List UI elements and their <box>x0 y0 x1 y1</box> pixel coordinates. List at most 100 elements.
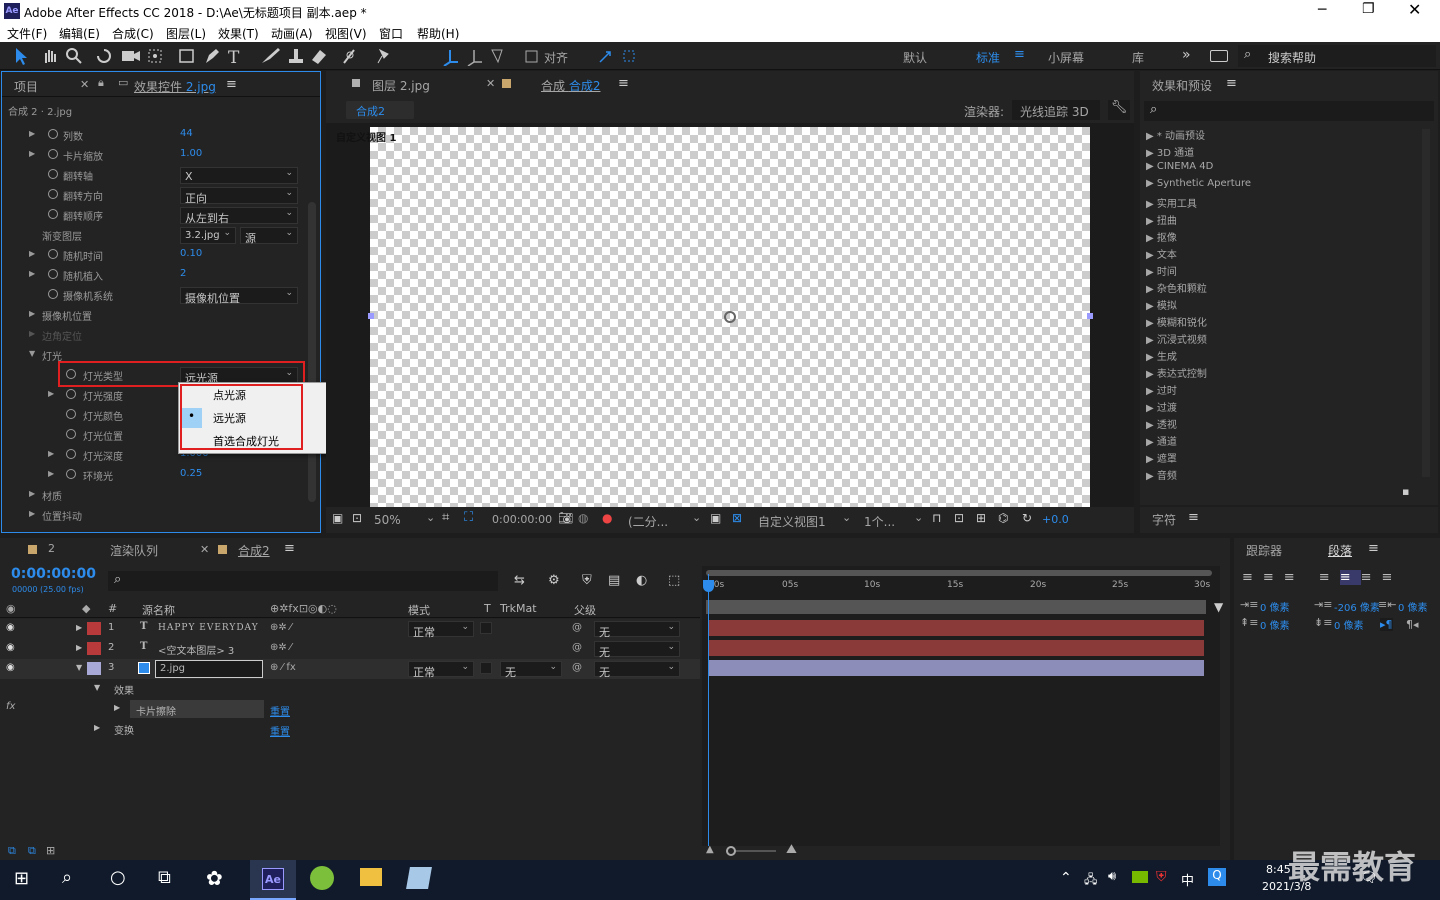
ltr-direction-icon[interactable]: ▸¶ <box>1380 618 1393 631</box>
group-material[interactable]: ▶ 材质 <box>2 485 302 505</box>
close-tab-icon[interactable]: ✕ <box>80 78 89 91</box>
effect-category[interactable]: ▶ 沉浸式视频 <box>1146 331 1207 346</box>
task-view-icon[interactable]: ⧉ <box>158 867 171 888</box>
close-icon[interactable]: ✕ <box>1408 0 1421 19</box>
stopwatch-icon[interactable] <box>48 169 58 179</box>
flip-axis-dropdown[interactable]: X ⌄ <box>180 167 298 184</box>
label-color[interactable] <box>87 662 101 675</box>
layer-bar-3[interactable] <box>708 660 1204 676</box>
hide-shy-icon[interactable]: ⛨ <box>582 573 592 588</box>
expand-arrow-icon[interactable]: ▶ <box>76 643 82 652</box>
view-select[interactable]: 自定义视图1 ⌄ <box>754 511 854 529</box>
effect-category[interactable]: ▶ 实用工具 <box>1146 195 1197 210</box>
views-count-select[interactable]: 1个... ⌄ <box>860 511 926 529</box>
effect-category[interactable]: ▶ 遮罩 <box>1146 450 1177 465</box>
transfer-controls-icon[interactable]: ⧉ <box>28 844 36 858</box>
new-bin-icon[interactable]: ▪ <box>1402 485 1409 498</box>
col-source-name[interactable]: 源名称 <box>142 602 175 618</box>
more-workspaces-icon[interactable]: » <box>1182 47 1191 63</box>
frame-blending-icon[interactable]: ▤ <box>608 573 620 588</box>
transparency-grid-icon[interactable]: ⊠ <box>732 511 742 525</box>
parent-dropdown[interactable]: 无 ⌄ <box>594 661 680 679</box>
clone-stamp-tool-icon[interactable] <box>289 49 303 63</box>
text-tool-icon[interactable]: T <box>228 48 240 66</box>
eye-icon[interactable]: ◉ <box>6 642 15 653</box>
zoom-select[interactable]: 50% ⌄ <box>370 511 438 529</box>
menu-file[interactable]: 文件(F) <box>7 25 47 42</box>
effect-category[interactable]: ▶ 过渡 <box>1146 399 1177 414</box>
camera-system-dropdown[interactable]: 摄像机位置 ⌄ <box>180 287 298 305</box>
space-after-value[interactable]: 0 像素 <box>1334 617 1364 632</box>
trkmat-dropdown[interactable]: 无 ⌄ <box>500 661 562 679</box>
layer-switches-icon[interactable]: ⊕ ⁄ fx <box>270 662 296 673</box>
effect-category[interactable]: ▶ 表达式控制 <box>1146 365 1207 380</box>
expand-arrow-icon[interactable]: ▶ <box>94 723 100 732</box>
app-green-icon[interactable] <box>310 866 334 890</box>
zoom-in-icon[interactable]: ⛰ <box>786 842 797 857</box>
time-ruler[interactable]: 00s 05s 10s 15s 20s 25s 30s <box>702 578 1220 600</box>
collapse-arrow-icon[interactable]: ▼ <box>76 663 82 672</box>
layer-switches-icon[interactable]: ⊕✲ ⁄ <box>270 622 292 633</box>
timecode[interactable]: 0:00:00:00 <box>11 566 96 582</box>
stopwatch-icon[interactable] <box>48 249 58 259</box>
prop-value[interactable]: 1.00 <box>180 148 202 159</box>
pan-behind-tool-icon[interactable] <box>148 49 162 63</box>
notification-icon[interactable]: 🗨︎ <box>1360 870 1378 886</box>
minimize-icon[interactable]: ─ <box>1318 2 1326 18</box>
roto-brush-tool-icon[interactable] <box>343 49 355 64</box>
stopwatch-icon[interactable] <box>66 429 76 439</box>
motion-blur-icon[interactable]: ◐ <box>636 573 647 588</box>
stopwatch-icon[interactable] <box>48 129 58 139</box>
effect-name-cell[interactable]: 卡片擦除 <box>130 700 264 718</box>
app-pinwheel-icon[interactable]: ✿ <box>206 866 223 890</box>
fast-preview-icon[interactable]: ⊡ <box>954 511 964 525</box>
workspace-menu-icon[interactable]: ≡ <box>1014 47 1025 62</box>
indent-first-value[interactable]: -206 像素 <box>1334 599 1380 614</box>
workspace-default[interactable]: 默认 <box>903 49 927 66</box>
stopwatch-icon[interactable] <box>48 269 58 279</box>
tab-effect-controls[interactable]: 效果控件 2.jpg <box>134 78 216 95</box>
effect-category[interactable]: ▶ 杂色和颗粒 <box>1146 280 1207 295</box>
nvidia-icon[interactable] <box>1132 871 1148 883</box>
flip-order-dropdown[interactable]: 从左到右 ⌄ <box>180 207 298 225</box>
panel-menu-icon[interactable]: ≡ <box>1226 76 1237 91</box>
effect-category[interactable]: ▶ 抠像 <box>1146 229 1177 244</box>
stopwatch-icon[interactable] <box>48 149 58 159</box>
indent-left-value[interactable]: 0 像素 <box>1260 599 1290 614</box>
qq-icon[interactable]: Q <box>1208 868 1226 886</box>
layer-handle[interactable] <box>368 313 374 319</box>
stopwatch-icon[interactable] <box>48 289 58 299</box>
time-graph[interactable]: 00s 05s 10s 15s 20s 25s 30s <box>702 566 1220 846</box>
tab-composition[interactable]: 合成 合成2 <box>541 77 600 94</box>
effect-category[interactable]: ▶ 通道 <box>1146 433 1177 448</box>
network-icon[interactable]: 🖧︎ <box>1084 870 1097 891</box>
eraser-tool-icon[interactable] <box>312 50 326 64</box>
puppet-pin-tool-icon[interactable] <box>377 48 389 64</box>
effect-category[interactable]: ▶ Synthetic Aperture <box>1146 178 1251 189</box>
volume-icon[interactable]: 🔊︎ <box>1108 869 1116 884</box>
effect-category[interactable]: ▶ 3D 通道 <box>1146 144 1194 159</box>
parent-dropdown[interactable]: 无 ⌄ <box>594 641 680 659</box>
renderer-select[interactable]: 光线追踪 3D <box>1012 100 1100 120</box>
parent-dropdown[interactable]: 无 ⌄ <box>594 621 680 639</box>
layer-bar-1[interactable] <box>708 620 1204 636</box>
lock-icon-2[interactable]: ▭ <box>118 76 128 89</box>
tab-paragraph[interactable]: 段落 <box>1328 542 1352 559</box>
expand-arrow-icon[interactable]: ▶ <box>114 703 120 712</box>
help-search-input[interactable]: ⌕ 搜索帮助 <box>1238 45 1436 67</box>
panel-menu-icon[interactable]: ≡ <box>1188 510 1199 525</box>
effects-search-input[interactable]: ⌕ <box>1144 101 1434 121</box>
draft-3d-icon[interactable]: ⚙︎ <box>548 573 560 588</box>
cortana-icon[interactable]: ○ <box>110 867 126 888</box>
pickwhip-icon[interactable]: @ <box>572 622 582 633</box>
effect-category[interactable]: ▶ 模拟 <box>1146 297 1177 312</box>
scrollbar[interactable] <box>1422 129 1430 477</box>
effect-category[interactable]: ▶ 时间 <box>1146 263 1177 278</box>
effects-group-row[interactable]: ▼ 效果 <box>0 679 700 699</box>
view-axis-icon[interactable] <box>491 49 503 64</box>
effect-category[interactable]: ▶ 文本 <box>1146 246 1177 261</box>
wrench-icon[interactable]: 🔧︎ <box>1108 100 1130 120</box>
comp-marker-icon[interactable]: ▼ <box>1214 600 1223 614</box>
maximize-icon[interactable]: ❐ <box>1362 1 1375 17</box>
always-preview-icon[interactable]: ▣ <box>332 511 343 525</box>
